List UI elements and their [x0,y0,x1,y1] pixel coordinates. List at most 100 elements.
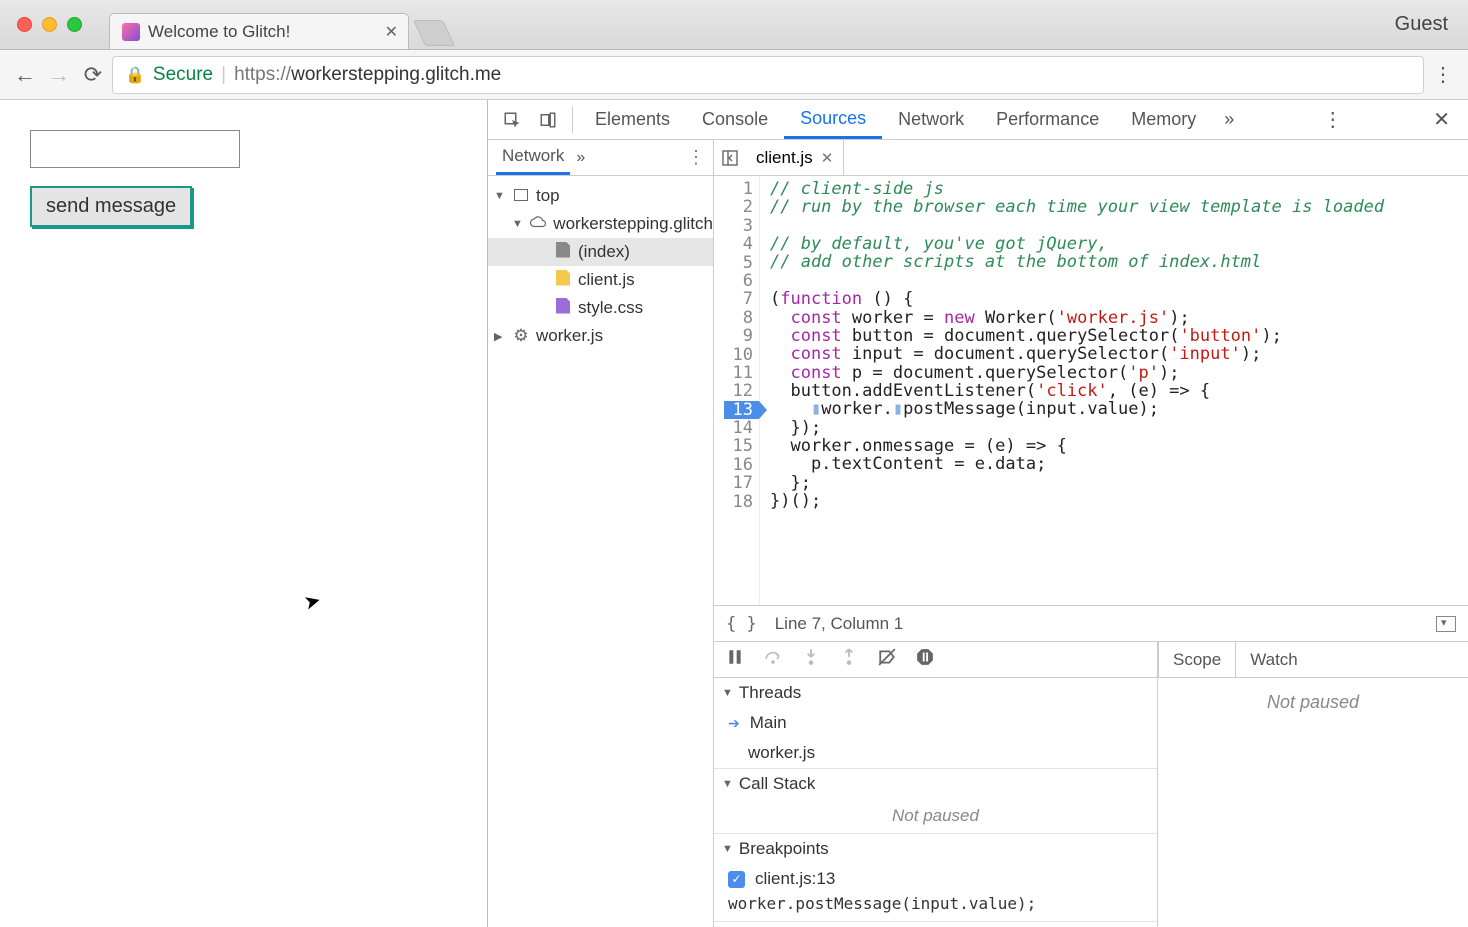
new-tab-button[interactable] [413,20,455,46]
message-input[interactable] [30,130,240,168]
worker-icon: ⚙ [512,326,530,346]
tab-close-icon[interactable]: ✕ [385,22,398,42]
tree-label: style.css [578,298,643,318]
tree-worker-js[interactable]: ▶ ⚙ worker.js [488,322,713,350]
guest-profile-label[interactable]: Guest [1375,13,1468,36]
secure-label: Secure [153,64,213,86]
disclosure-triangle-icon[interactable]: ▼ [722,843,733,855]
scope-status: Not paused [1267,692,1359,713]
line-gutter[interactable]: 123456789101112131415161718 [714,176,760,605]
editor-tab-close-icon[interactable]: ✕ [821,149,834,167]
editor-tab-label: client.js [756,148,813,168]
sources-panel-body: Network » ⋮ ▼ top ▼ workerstepping.glitc… [488,140,1468,927]
rendered-page: send message ➤ [0,100,488,927]
browser-toolbar: ← → ⟳ 🔒 Secure | https://workerstepping.… [0,50,1468,100]
tab-console[interactable]: Console [686,100,784,139]
cloud-icon [529,214,547,234]
pretty-print-icon[interactable]: { } [726,614,757,634]
code-editor-area[interactable]: 123456789101112131415161718 // client-si… [714,176,1468,605]
section-title: Breakpoints [739,839,829,859]
breakpoints-header[interactable]: ▼ Breakpoints [714,834,1157,864]
breakpoint-row[interactable]: ✓ client.js:13 [714,864,1157,894]
toggle-device-toolbar-icon[interactable] [530,100,566,139]
frame-icon [514,189,528,201]
step-out-button[interactable] [840,648,858,671]
tree-label: workerstepping.glitch [553,214,713,234]
navigator-tabs: Network » ⋮ [488,140,713,176]
disclosure-triangle-icon[interactable]: ▶ [494,330,506,343]
threads-section: ▼ Threads ➔ Main worker.js [714,678,1157,769]
devtools-close-icon[interactable]: ✕ [1421,100,1462,139]
disclosure-triangle-icon[interactable]: ▼ [494,190,506,202]
browser-tab[interactable]: Welcome to Glitch! ✕ [109,13,409,49]
send-message-button[interactable]: send message [30,186,192,227]
editor-status-menu-icon[interactable] [1436,616,1456,632]
tree-file-style-css[interactable]: style.css [488,294,713,322]
tab-network[interactable]: Network [882,100,980,139]
cursor-position: Line 7, Column 1 [775,614,904,634]
address-bar[interactable]: 🔒 Secure | https://workerstepping.glitch… [112,56,1424,94]
devtools-menu-icon[interactable]: ⋮ [1311,100,1355,139]
tree-label: worker.js [536,326,603,346]
pause-resume-button[interactable] [726,648,744,671]
tree-label: (index) [578,242,630,262]
thread-label: Main [750,713,787,733]
scope-body: Not paused [1158,678,1468,927]
breakpoint-checkbox[interactable]: ✓ [728,871,745,888]
url-separator: | [221,64,226,86]
thread-worker[interactable]: worker.js [714,738,1157,768]
inspect-element-icon[interactable] [494,100,530,139]
navigator-tab-network[interactable]: Network [496,140,570,175]
disclosure-triangle-icon[interactable]: ▼ [722,687,733,699]
breakpoint-code: worker.postMessage(input.value); [714,894,1157,921]
step-over-button[interactable] [764,648,782,671]
back-button[interactable]: ← [10,60,40,90]
tree-domain[interactable]: ▼ workerstepping.glitch [488,210,713,238]
window-close-button[interactable] [17,17,32,32]
scope-watch-tabs: Scope Watch [1158,642,1468,678]
disclosure-triangle-icon[interactable]: ▼ [512,218,523,230]
forward-button[interactable]: → [44,60,74,90]
browser-tab-title: Welcome to Glitch! [148,22,377,42]
more-tabs-icon[interactable]: » [1214,100,1244,139]
url-host: workerstepping.glitch.me [291,64,501,85]
tree-file-index[interactable]: (index) [488,238,713,266]
editor-tabs: client.js ✕ [714,140,1468,176]
css-file-icon [556,298,570,314]
file-tree: ▼ top ▼ workerstepping.glitch (index) [488,176,713,356]
devtools-panel: Elements Console Sources Network Perform… [488,100,1468,927]
section-title: Threads [739,683,801,703]
thread-main[interactable]: ➔ Main [714,708,1157,738]
browser-menu-button[interactable]: ⋮ [1428,60,1458,90]
reload-button[interactable]: ⟳ [78,60,108,90]
window-zoom-button[interactable] [67,17,82,32]
callstack-header[interactable]: ▼ Call Stack [714,769,1157,799]
tab-performance[interactable]: Performance [980,100,1115,139]
editor-status-bar: { } Line 7, Column 1 [714,605,1468,641]
toggle-navigator-icon[interactable] [714,140,746,175]
pause-on-exceptions-button[interactable] [916,648,934,671]
disclosure-triangle-icon[interactable]: ▼ [722,778,733,790]
tab-watch[interactable]: Watch [1236,642,1312,677]
browser-tabstrip: Welcome to Glitch! ✕ [109,0,1375,49]
sources-navigator: Network » ⋮ ▼ top ▼ workerstepping.glitc… [488,140,714,927]
glitch-favicon [122,23,140,41]
tree-frame-top[interactable]: ▼ top [488,182,713,210]
navigator-more-icon[interactable]: » [576,149,585,167]
debugger-left-column: ▼ Threads ➔ Main worker.js [714,642,1158,927]
window-minimize-button[interactable] [42,17,57,32]
tab-scope[interactable]: Scope [1158,642,1236,677]
devtools-main-tabs: Elements Console Sources Network Perform… [488,100,1468,140]
step-into-button[interactable] [802,648,820,671]
active-thread-icon: ➔ [728,715,740,732]
tab-memory[interactable]: Memory [1115,100,1212,139]
code-content[interactable]: // client-side js// run by the browser e… [760,176,1468,605]
navigator-menu-icon[interactable]: ⋮ [687,147,705,168]
tree-file-client-js[interactable]: client.js [488,266,713,294]
tab-sources[interactable]: Sources [784,100,882,139]
content-area: send message ➤ Elements Console Sources … [0,100,1468,927]
deactivate-breakpoints-button[interactable] [878,648,896,671]
tab-elements[interactable]: Elements [579,100,686,139]
threads-header[interactable]: ▼ Threads [714,678,1157,708]
editor-tab-client-js[interactable]: client.js ✕ [746,140,844,175]
